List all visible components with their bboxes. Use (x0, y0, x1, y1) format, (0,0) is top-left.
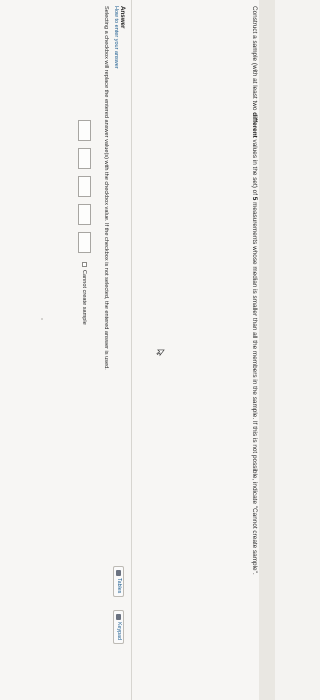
cannot-create-checkbox[interactable] (82, 262, 87, 267)
keypad-icon (116, 614, 121, 620)
table-icon (116, 570, 121, 576)
mouse-pointer-icon (156, 349, 165, 357)
keypad-label: Keypad (116, 622, 122, 640)
question-text: Construct a sample (with at least two di… (251, 6, 258, 575)
answer-title: Answer (119, 6, 126, 29)
tables-label: Tables (116, 578, 122, 594)
answer-input-2[interactable] (78, 148, 91, 169)
cannot-create-option[interactable]: Cannot create sample (82, 262, 88, 325)
question-screen: Construct a sample (with at least two di… (0, 0, 275, 700)
answer-input-1[interactable] (78, 120, 91, 141)
answer-input-4[interactable] (78, 204, 91, 225)
answer-instructions: Selecting a checkbox will replace the en… (103, 6, 109, 370)
answer-inputs: Cannot create sample (78, 120, 91, 325)
question-emphasis: different (251, 112, 258, 138)
tables-button[interactable]: Tables (113, 566, 124, 598)
speck (41, 318, 43, 320)
top-bar (259, 0, 275, 700)
cannot-create-label: Cannot create sample (81, 270, 88, 325)
how-to-enter-link[interactable]: How to enter your answer (113, 6, 119, 69)
keypad-button[interactable]: Keypad (113, 610, 124, 644)
answer-input-3[interactable] (78, 176, 91, 197)
answer-input-5[interactable] (78, 232, 91, 253)
